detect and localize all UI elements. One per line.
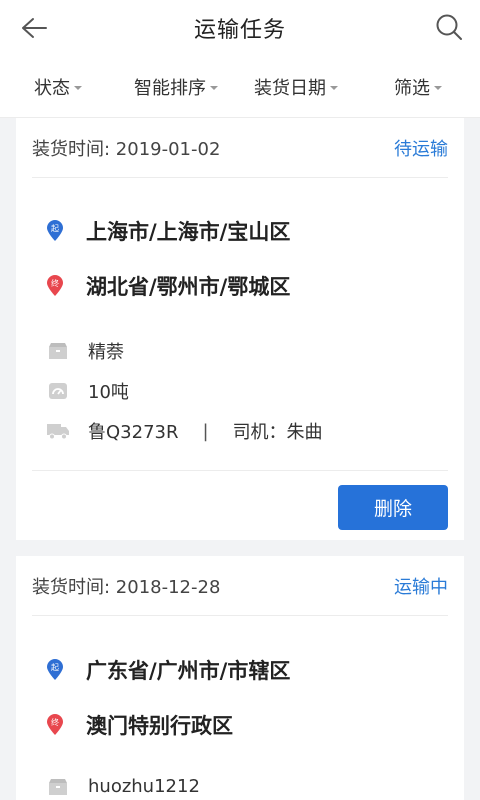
cargo-weight: 10吨 <box>88 382 129 403</box>
load-time: 装货时间: 2018-12-28 <box>32 576 221 598</box>
cargo-name: huozhu1212 <box>88 776 200 797</box>
search-button[interactable] <box>432 10 466 44</box>
box-icon <box>49 778 67 795</box>
filter-label: 状态 <box>34 77 70 99</box>
filter-smart-sort[interactable]: 智能排序 <box>134 55 218 118</box>
divider <box>32 470 448 471</box>
caret-down-icon <box>330 85 338 90</box>
gauge-icon <box>49 383 67 399</box>
origin-pin-icon: 起 <box>47 220 63 241</box>
arrow-left-icon <box>22 18 47 38</box>
destination-pin-icon: 终 <box>47 275 63 296</box>
load-time: 装货时间: 2019-01-02 <box>32 138 221 160</box>
filter-screen[interactable]: 筛选 <box>394 55 442 118</box>
destination-row: 终 澳门特别行政区 <box>46 710 233 740</box>
cargo-row: huozhu1212 <box>46 776 200 797</box>
task-card[interactable]: 装货时间: 2019-01-02 待运输 起 上海市/上海市/宝山区 终 湖北省… <box>16 118 464 540</box>
destination-pin-icon: 终 <box>47 714 63 735</box>
cargo-name: 精萘 <box>88 342 124 363</box>
status-badge: 待运输 <box>394 138 448 160</box>
origin-address: 广东省/广州市/市辖区 <box>86 659 291 683</box>
destination-row: 终 湖北省/鄂州市/鄂城区 <box>46 271 290 301</box>
status-badge: 运输中 <box>394 576 448 598</box>
task-header: 装货时间: 2019-01-02 待运输 <box>32 118 448 178</box>
caret-down-icon <box>434 85 442 90</box>
origin-row: 起 广东省/广州市/市辖区 <box>46 655 290 685</box>
filter-label: 装货日期 <box>254 77 326 99</box>
search-icon <box>436 14 462 40</box>
filter-bar: 状态 智能排序 装货日期 筛选 <box>0 55 480 118</box>
filter-load-date[interactable]: 装货日期 <box>254 55 338 118</box>
destination-address: 湖北省/鄂州市/鄂城区 <box>86 275 291 299</box>
truck-icon <box>47 424 69 440</box>
svg-text:起: 起 <box>51 224 59 233</box>
app-header: 运输任务 <box>0 0 480 55</box>
filter-label: 智能排序 <box>134 77 206 99</box>
back-button[interactable] <box>18 12 50 44</box>
vehicle-row: 鲁Q3273R | 司机：朱曲 <box>46 418 323 444</box>
svg-text:起: 起 <box>51 663 59 672</box>
filter-label: 筛选 <box>394 77 430 99</box>
origin-row: 起 上海市/上海市/宝山区 <box>46 216 290 246</box>
separator: | <box>202 420 209 442</box>
caret-down-icon <box>74 85 82 90</box>
svg-text:终: 终 <box>51 278 59 288</box>
task-card[interactable]: 装货时间: 2018-12-28 运输中 起 广东省/广州市/市辖区 终 澳门特… <box>16 556 464 800</box>
plate-number: 鲁Q3273R <box>88 422 179 443</box>
filter-status[interactable]: 状态 <box>34 55 82 118</box>
destination-address: 澳门特别行政区 <box>86 714 233 738</box>
origin-address: 上海市/上海市/宝山区 <box>86 220 291 244</box>
page-title: 运输任务 <box>193 17 286 43</box>
task-header: 装货时间: 2018-12-28 运输中 <box>32 556 448 616</box>
box-icon <box>49 343 67 359</box>
svg-text:终: 终 <box>51 717 59 727</box>
weight-row: 10吨 <box>46 378 129 404</box>
driver-name: 司机：朱曲 <box>232 422 323 443</box>
origin-pin-icon: 起 <box>47 659 63 680</box>
caret-down-icon <box>210 85 218 90</box>
delete-button[interactable]: 删除 <box>338 485 448 530</box>
cargo-row: 精萘 <box>46 338 124 364</box>
